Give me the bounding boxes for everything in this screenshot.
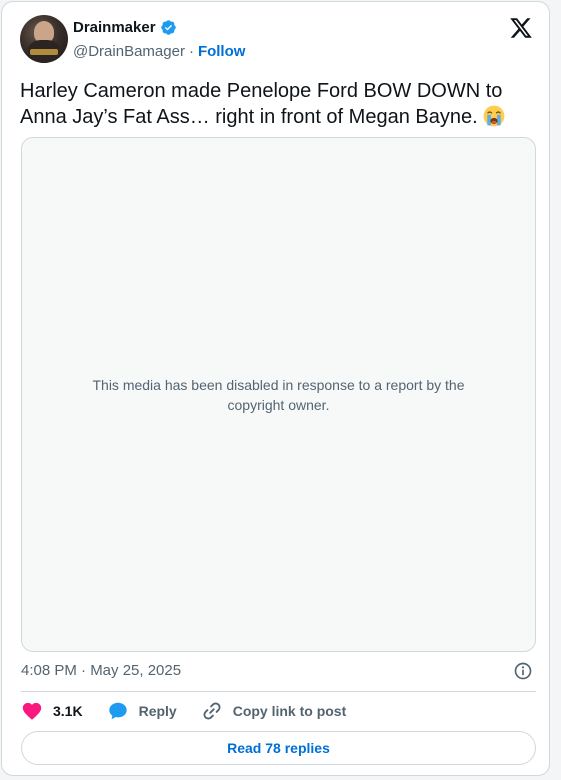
link-icon: [203, 702, 221, 720]
x-logo-icon[interactable]: [509, 16, 533, 40]
heart-icon: [22, 702, 42, 720]
reply-label: Reply: [138, 703, 177, 719]
author-handle[interactable]: @DrainBamager: [73, 43, 185, 60]
copy-link-label: Copy link to post: [232, 703, 347, 719]
reply-button[interactable]: Reply: [107, 700, 177, 722]
info-icon[interactable]: [513, 661, 533, 681]
handle-separator: ·: [188, 43, 194, 60]
avatar-belt: [30, 49, 58, 55]
tweet-card: Drainmaker @DrainBamager · Follow Harley…: [1, 1, 550, 776]
copy-link-button[interactable]: Copy link to post: [201, 700, 347, 722]
like-button[interactable]: 3.1K: [21, 700, 83, 722]
tweet-actions: 3.1K Reply Copy link to post: [21, 700, 370, 722]
divider: [21, 691, 536, 692]
reply-bubble-icon: [108, 702, 127, 720]
media-disabled-message: This media has been disabled in response…: [92, 376, 465, 413]
avatar[interactable]: [20, 15, 68, 63]
author-handle-row: @DrainBamager · Follow: [73, 43, 245, 60]
follow-button[interactable]: Follow: [198, 43, 246, 60]
author-display-name[interactable]: Drainmaker: [73, 19, 156, 36]
like-count: 3.1K: [53, 703, 83, 719]
tweet-timestamp[interactable]: 4:08 PM · May 25, 2025: [21, 662, 181, 679]
read-replies-button[interactable]: Read 78 replies: [21, 731, 536, 765]
author-name-row: Drainmaker: [73, 19, 177, 36]
loudly-crying-face-icon: [483, 105, 505, 127]
disabled-media-placeholder: This media has been disabled in response…: [21, 137, 536, 652]
verified-badge-icon: [160, 20, 176, 35]
tweet-text-block: Harley Cameron made Penelope Ford BOW DO…: [20, 78, 535, 130]
tweet-text: Harley Cameron made Penelope Ford BOW DO…: [20, 80, 503, 128]
